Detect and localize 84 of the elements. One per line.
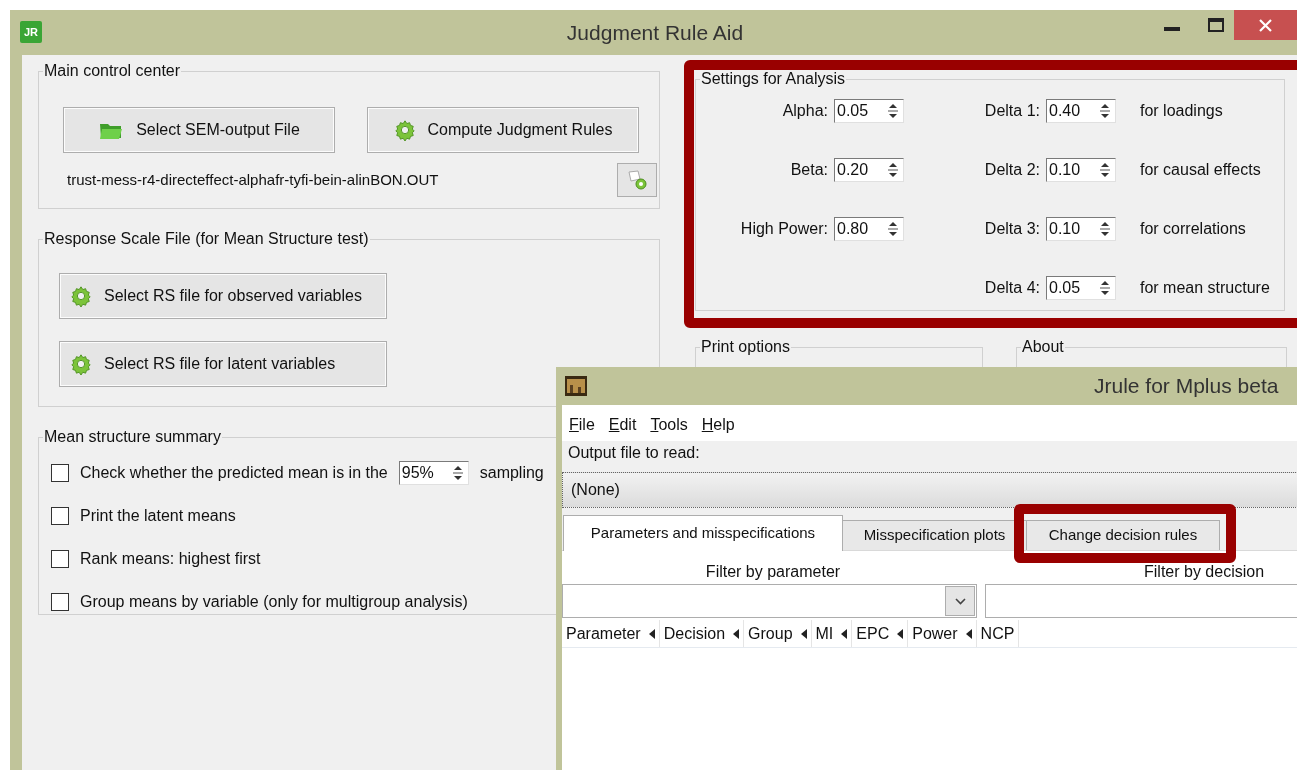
gear-icon [70,285,92,307]
menu-item[interactable]: Help [696,413,740,437]
filter-label: Filter by parameter [704,562,842,582]
checkbox-label: sampling [479,463,544,483]
param-note: for loadings [1139,101,1224,121]
spin-field[interactable]: 0.40 [1046,99,1116,123]
spinner-icon[interactable] [885,219,901,239]
spin-field[interactable]: 0.20 [834,158,904,182]
close-button[interactable] [1234,10,1297,40]
column-header[interactable]: Parameter [562,620,660,647]
column-header[interactable]: Group [744,620,812,647]
param-label: Delta 4: [983,278,1040,298]
group-title: Main control center [43,61,182,81]
spin-field[interactable]: 0.10 [1046,217,1116,241]
column-header[interactable]: MI [811,620,853,647]
app-icon [565,376,587,396]
tab[interactable]: Change decision rules [1026,520,1220,550]
checkbox[interactable] [51,550,69,568]
window-title: Judgment Rule Aid [566,19,745,46]
tab[interactable]: Misspecification plots [842,520,1027,550]
spinner-icon[interactable] [1097,278,1113,298]
param-label: High Power: [739,219,828,239]
sort-arrow-icon [648,628,655,639]
spin-field[interactable]: 0.05 [1046,276,1116,300]
field-label: Output file to read: [567,443,701,463]
param-label: Alpha: [781,101,828,121]
push-button[interactable]: Select SEM-output File [63,107,335,153]
push-button[interactable]: Compute Judgment Rules [367,107,639,153]
file-dropdown[interactable]: (None) [562,472,1297,508]
column-header[interactable]: EPC [852,620,909,647]
param-label: Delta 1: [983,101,1040,121]
decision-filter-field[interactable] [985,584,1297,618]
sort-arrow-icon [733,628,740,639]
menu-item[interactable]: File [564,413,600,437]
checkbox[interactable] [51,464,69,482]
param-note: for correlations [1139,219,1247,239]
spin-field[interactable]: 95% [398,461,469,485]
menu-item[interactable]: Edit [603,413,642,437]
param-label: Delta 2: [983,160,1040,180]
sort-arrow-icon [800,628,807,639]
push-button[interactable]: Select RS file for latent variables [59,341,387,387]
group-title: Print options [700,337,791,357]
chevron-down-icon [954,597,966,605]
checkbox-label: Rank means: highest first [80,549,261,569]
group-title: Settings for Analysis [700,69,847,89]
checkbox-label: Print the latent means [80,506,236,526]
close-icon[interactable] [1259,18,1272,32]
checkbox-label: Check whether the predicted mean is in the [80,463,388,483]
app-icon: JR [20,21,42,43]
param-label: Delta 3: [983,219,1040,239]
sort-arrow-icon [965,628,972,639]
maximize-icon[interactable] [1208,18,1224,32]
column-header[interactable]: Decision [659,620,745,647]
menu-item[interactable]: Tools [645,413,693,437]
filter-label: Filter by decision [1143,562,1266,582]
sort-arrow-icon [841,628,848,639]
sort-arrow-icon [897,628,904,639]
param-note: for mean structure [1139,278,1271,298]
page-gear-icon [625,169,649,191]
file-name: trust-mess-r4-directeffect-alphafr-tyfi-bein-alinBON.OUT [67,169,439,190]
spin-field[interactable]: 0.10 [1046,158,1116,182]
gear-icon [393,119,416,141]
checkbox[interactable] [51,593,69,611]
spinner-icon[interactable] [1097,101,1113,121]
window-title: Jrule for Mplus beta [1094,373,1279,400]
spinner-icon[interactable] [1097,219,1113,239]
spinner-icon[interactable] [1097,160,1113,180]
checkbox[interactable] [51,507,69,525]
tab[interactable]: Parameters and misspecifications [563,515,843,551]
gear-icon [70,353,92,375]
push-button[interactable]: Select RS file for observed variables [59,273,387,319]
checkbox-label: Group means by variable (only for multigroup analysis) [80,592,468,612]
column-header[interactable]: NCP [976,620,1020,647]
spin-field[interactable]: 0.80 [834,217,904,241]
group-title: About [1021,337,1065,357]
param-note: for causal effects [1139,160,1262,180]
spinner-icon[interactable] [885,160,901,180]
group-title: Mean structure summary [43,427,222,447]
group-title: Response Scale File (for Mean Structure test) [43,229,370,249]
param-label: Beta: [789,160,828,180]
spin-field[interactable]: 0.05 [834,99,904,123]
spinner-icon[interactable] [885,101,901,121]
refresh-button[interactable] [617,163,657,197]
column-header[interactable]: Power [908,620,977,647]
